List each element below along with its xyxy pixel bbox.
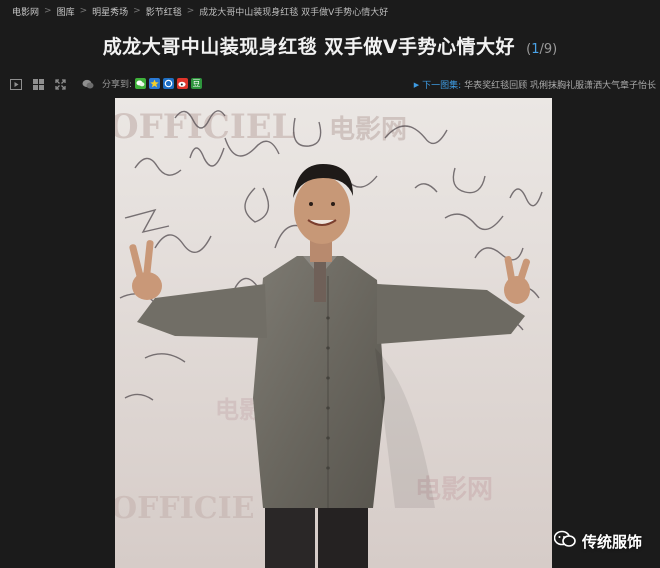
watermark: 传统服饰 [553, 530, 642, 552]
grid-icon[interactable] [32, 78, 44, 90]
share-label: 分享到: [102, 80, 133, 90]
gallery-toolbar [10, 76, 94, 92]
breadcrumb-separator: > [186, 6, 195, 16]
next-gallery-label: 下一图集: [422, 81, 462, 91]
photo-counter: (1/9) [526, 42, 557, 57]
gallery-photo[interactable]: OFFICIEL 电影网 电影网 OFFICIE 电影网 [115, 98, 552, 568]
counter-total: /9 [539, 42, 553, 57]
fullscreen-icon[interactable] [54, 78, 66, 90]
qzone-icon[interactable] [149, 78, 161, 89]
breadcrumb-item-star-show[interactable]: 明星秀场 [92, 5, 128, 18]
weibo-icon[interactable] [177, 78, 189, 89]
breadcrumb-separator: > [44, 6, 52, 16]
next-gallery-link[interactable]: ▶ 下一图集: 华表奖红毯回顾 巩俐抹胸礼服潇洒大气章子怡长 [413, 78, 656, 92]
wall-logo-text: 电影网 [329, 115, 407, 145]
triangle-right-icon: ▶ [413, 80, 420, 89]
gallery-header: 成龙大哥中山装现身红毯 双手做V手势心情大好 (1/9) [0, 32, 660, 59]
counter-current: 1 [531, 42, 540, 57]
breadcrumb-separator: > [79, 6, 88, 16]
wall-logo-text: OFFICIE [115, 491, 255, 526]
watermark-text: 传统服饰 [581, 532, 642, 551]
share-bar: 分享到: 豆 [102, 77, 203, 90]
play-icon[interactable] [10, 78, 22, 90]
breadcrumb-item-gallery[interactable]: 图库 [57, 5, 75, 18]
breadcrumb-item-current: 成龙大哥中山装现身红毯 双手做V手势心情大好 [199, 7, 389, 18]
breadcrumb-item-festival-red-carpet[interactable]: 影节红毯 [146, 5, 182, 18]
douban-icon[interactable]: 豆 [191, 78, 203, 89]
next-gallery-titles[interactable]: 华表奖红毯回顾 巩俐抹胸礼服潇洒大气章子怡长 [464, 78, 656, 91]
breadcrumb-item-home[interactable]: 电影网 [12, 5, 39, 18]
page-title: 成龙大哥中山装现身红毯 双手做V手势心情大好 [102, 36, 516, 58]
wechat-icon [553, 530, 576, 552]
renren-icon[interactable] [163, 78, 175, 89]
wechat-icon[interactable] [135, 78, 147, 89]
comment-icon[interactable] [82, 78, 94, 90]
counter-close: ) [552, 42, 558, 57]
photo-illustration: OFFICIEL 电影网 电影网 OFFICIE 电影网 [115, 98, 552, 568]
breadcrumb: 电影网 > 图库 > 明星秀场 > 影节红毯 > 成龙大哥中山装现身红毯 双手做… [12, 4, 388, 18]
breadcrumb-separator: > [133, 6, 141, 16]
